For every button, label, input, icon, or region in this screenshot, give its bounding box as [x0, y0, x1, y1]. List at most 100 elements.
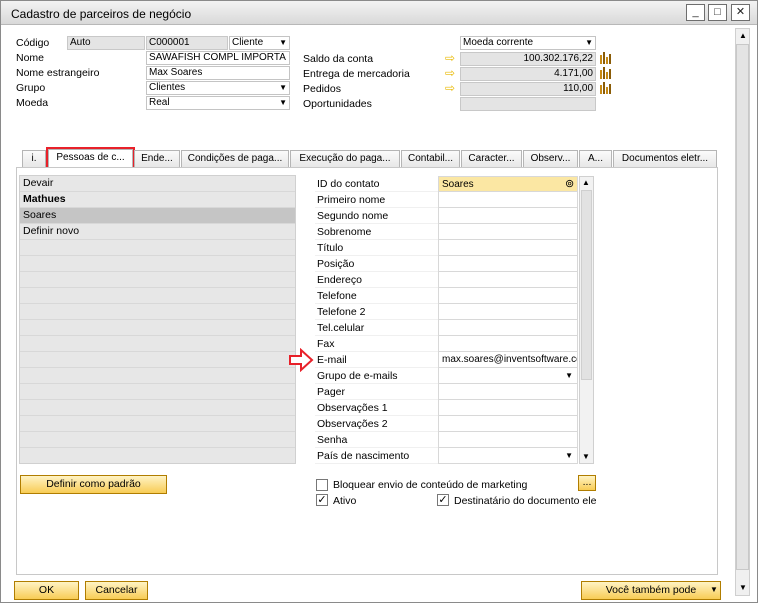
ellipsis-button[interactable]: ... — [578, 475, 596, 491]
set-default-button[interactable]: Definir como padrão — [20, 475, 167, 494]
prop-label-sobrenome: Sobrenome — [315, 224, 438, 240]
series-field[interactable]: Auto — [67, 36, 145, 50]
moeda-label: Moeda — [16, 97, 49, 109]
ativo-checkbox[interactable]: ✓ — [316, 494, 328, 506]
observacoes-1-field[interactable] — [438, 400, 578, 416]
pedidos-field: 110,00 — [460, 82, 596, 96]
scroll-down-icon[interactable]: ▼ — [582, 452, 590, 461]
contact-empty-row — [20, 448, 295, 464]
partner-type-select[interactable]: Cliente — [229, 36, 290, 50]
tab-electronic-docs[interactable]: Documentos eletr... — [613, 150, 717, 167]
pager-field[interactable] — [438, 384, 578, 400]
annotation-arrow-icon — [289, 348, 314, 372]
nome-label: Nome — [16, 52, 45, 64]
you-can-also-button[interactable]: Você também pode — [581, 581, 721, 600]
contact-item-new[interactable]: Definir novo — [20, 224, 295, 240]
entrega-field: 4.171,00 — [460, 67, 596, 81]
pais-nascimento-select[interactable] — [438, 448, 578, 464]
details-scroll-thumb[interactable] — [581, 190, 592, 380]
bar-chart-icon[interactable] — [600, 82, 612, 94]
fax-field[interactable] — [438, 336, 578, 352]
contact-empty-row — [20, 432, 295, 448]
grupo-select[interactable]: Clientes — [146, 81, 290, 95]
observacoes-2-field[interactable] — [438, 416, 578, 432]
sobrenome-field[interactable] — [438, 224, 578, 240]
maximize-button[interactable]: □ — [708, 4, 727, 21]
contacts-list: Devair Mathues Soares Definir novo — [19, 175, 296, 464]
prop-label-pager: Pager — [315, 384, 438, 400]
prop-label-obs-1: Observações 1 — [315, 400, 438, 416]
scroll-up-icon[interactable]: ▲ — [582, 178, 590, 187]
destinatario-label: Destinatário do documento eletr — [454, 495, 596, 507]
oportunidades-field — [460, 97, 596, 111]
moeda-select[interactable]: Real — [146, 96, 290, 110]
contact-item-devair[interactable]: Devair — [20, 176, 295, 192]
contact-empty-row — [20, 240, 295, 256]
oportunidades-label: Oportunidades — [303, 98, 372, 110]
title-bar: Cadastro de parceiros de negócio — [1, 1, 757, 25]
prop-label-email: E-mail — [315, 352, 438, 368]
prop-label-primeiro-nome: Primeiro nome — [315, 192, 438, 208]
tab-general[interactable]: i. — [22, 150, 46, 167]
prop-label-segundo-nome: Segundo nome — [315, 208, 438, 224]
primeiro-nome-field[interactable] — [438, 192, 578, 208]
posicao-field[interactable] — [438, 256, 578, 272]
tab-accounting[interactable]: Contabil... — [401, 150, 460, 167]
window-scroll-thumb[interactable] — [736, 44, 749, 570]
cancel-button[interactable]: Cancelar — [85, 581, 148, 600]
link-arrow-icon[interactable]: ⇨ — [445, 82, 458, 94]
contact-empty-row — [20, 336, 295, 352]
bar-chart-icon[interactable] — [600, 52, 612, 64]
segundo-nome-field[interactable] — [438, 208, 578, 224]
bar-chart-icon[interactable] — [600, 67, 612, 79]
contact-empty-row — [20, 304, 295, 320]
prop-label-obs-2: Observações 2 — [315, 416, 438, 432]
celular-field[interactable] — [438, 320, 578, 336]
email-field[interactable]: max.soares@inventsoftware.co — [438, 352, 578, 368]
prop-label-pais-nascimento: País de nascimento — [315, 448, 438, 464]
contact-empty-row — [20, 352, 295, 368]
endereco-field[interactable] — [438, 272, 578, 288]
tab-attachments[interactable]: A... — [579, 150, 612, 167]
telefone-field[interactable] — [438, 288, 578, 304]
contact-item-mathues[interactable]: Mathues — [20, 192, 295, 208]
ok-button[interactable]: OK — [14, 581, 79, 600]
tab-payment-terms[interactable]: Condições de paga... — [181, 150, 289, 167]
contact-empty-row — [20, 272, 295, 288]
scroll-up-icon[interactable]: ▲ — [739, 31, 747, 40]
telefone-2-field[interactable] — [438, 304, 578, 320]
prop-label-id: ID do contato — [315, 176, 438, 192]
prop-label-fax: Fax — [315, 336, 438, 352]
contact-empty-row — [20, 368, 295, 384]
link-icon[interactable]: ⊚ — [565, 177, 574, 190]
senha-field[interactable] — [438, 432, 578, 448]
titulo-field[interactable] — [438, 240, 578, 256]
contact-empty-row — [20, 416, 295, 432]
tab-remarks[interactable]: Observ... — [523, 150, 578, 167]
contact-empty-row — [20, 320, 295, 336]
link-arrow-icon[interactable]: ⇨ — [445, 67, 458, 79]
tab-properties[interactable]: Caracter... — [461, 150, 522, 167]
minimize-button[interactable]: _ — [686, 4, 705, 21]
tab-contact-persons[interactable]: Pessoas de c... — [46, 147, 135, 170]
prop-label-telefone-2: Telefone 2 — [315, 304, 438, 320]
scroll-down-icon[interactable]: ▼ — [739, 583, 747, 592]
destinatario-checkbox[interactable]: ✓ — [437, 494, 449, 506]
dropdown-arrow-icon: ▼ — [710, 585, 718, 594]
grupo-emails-select[interactable] — [438, 368, 578, 384]
codigo-label: Código — [16, 37, 50, 49]
ativo-label: Ativo — [333, 495, 357, 507]
tab-payment-run[interactable]: Execução do paga... — [290, 150, 400, 167]
tab-addresses[interactable]: Ende... — [134, 150, 180, 167]
block-marketing-checkbox[interactable] — [316, 479, 328, 491]
codigo-field[interactable]: C000001 — [146, 36, 228, 50]
currency-view-select[interactable]: Moeda corrente — [460, 36, 596, 50]
link-arrow-icon[interactable]: ⇨ — [445, 52, 458, 64]
nome-field[interactable]: SAWAFISH COMPL IMPORTA — [146, 51, 290, 65]
contact-empty-row — [20, 288, 295, 304]
nome-estrangeiro-field[interactable]: Max Soares — [146, 66, 290, 80]
contact-item-soares[interactable]: Soares — [20, 208, 295, 224]
block-marketing-label: Bloquear envio de conteúdo de marketing — [333, 479, 528, 491]
close-button[interactable]: ✕ — [731, 4, 750, 21]
contact-id-field[interactable]: Soares — [438, 176, 578, 192]
